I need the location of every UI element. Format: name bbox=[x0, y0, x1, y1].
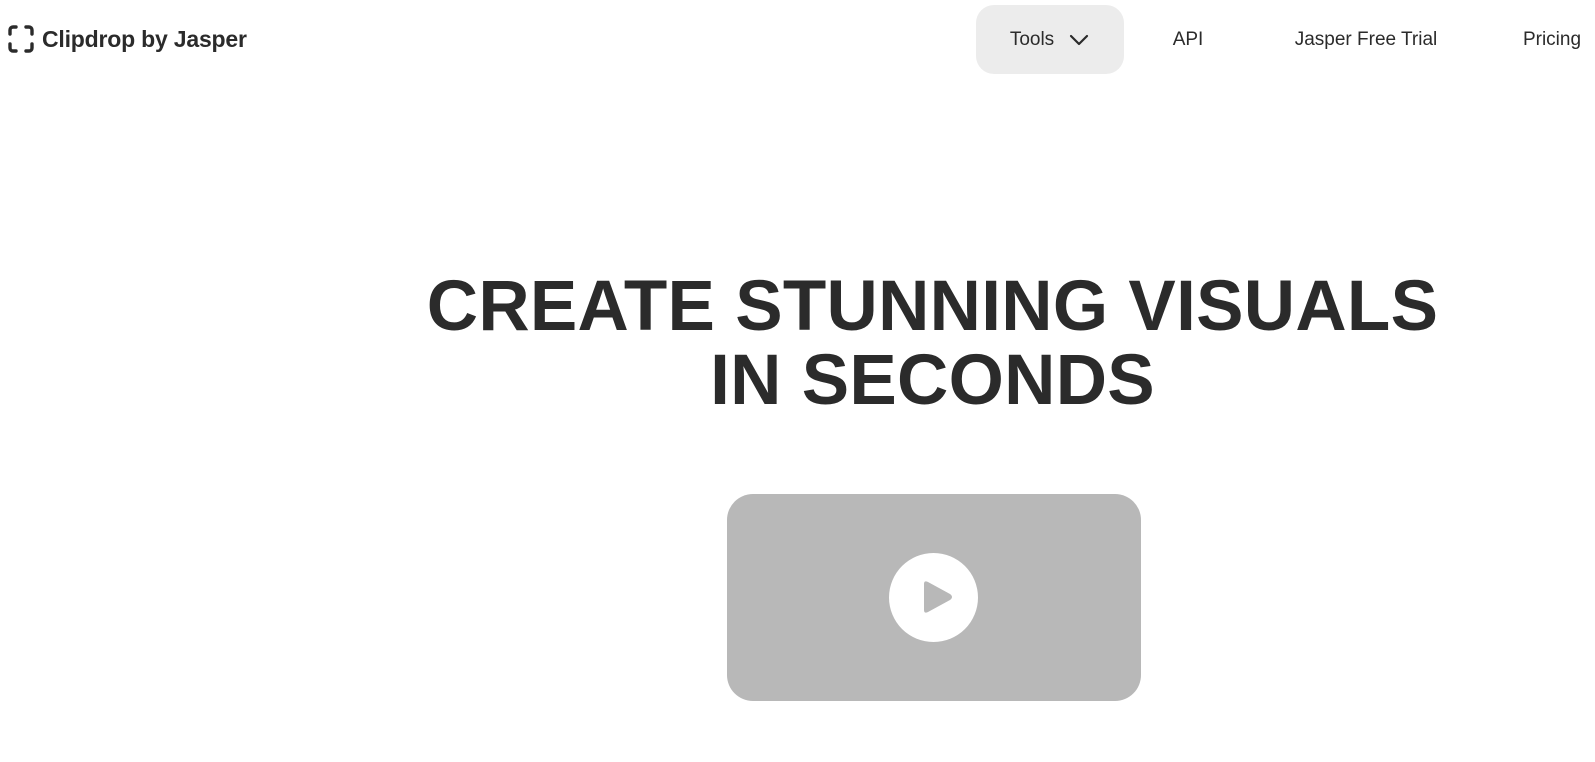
tools-dropdown-button[interactable]: Tools bbox=[976, 5, 1124, 74]
hero-title-line-1: CREATE STUNNING VISUALS bbox=[426, 267, 1439, 346]
video-player[interactable] bbox=[727, 494, 1141, 701]
nav-link-api[interactable]: API bbox=[1163, 5, 1213, 74]
nav-link-pricing[interactable]: Pricing bbox=[1516, 5, 1588, 74]
nav-link-jasper-free-trial[interactable]: Jasper Free Trial bbox=[1283, 5, 1449, 74]
page: Clipdrop by Jasper Tools API Jasper Free… bbox=[0, 0, 1595, 762]
top-header: Clipdrop by Jasper Tools API Jasper Free… bbox=[0, 0, 1595, 80]
play-icon bbox=[924, 581, 952, 613]
hero-title: CREATE STUNNING VISUALS IN SECONDS bbox=[300, 270, 1565, 418]
main-nav: Tools API Jasper Free Trial Pricing bbox=[0, 0, 1595, 80]
hero-title-line-2: IN SECONDS bbox=[710, 341, 1155, 420]
tools-label: Tools bbox=[1009, 28, 1055, 50]
chevron-down-icon bbox=[1070, 34, 1089, 45]
play-button[interactable] bbox=[889, 553, 978, 642]
